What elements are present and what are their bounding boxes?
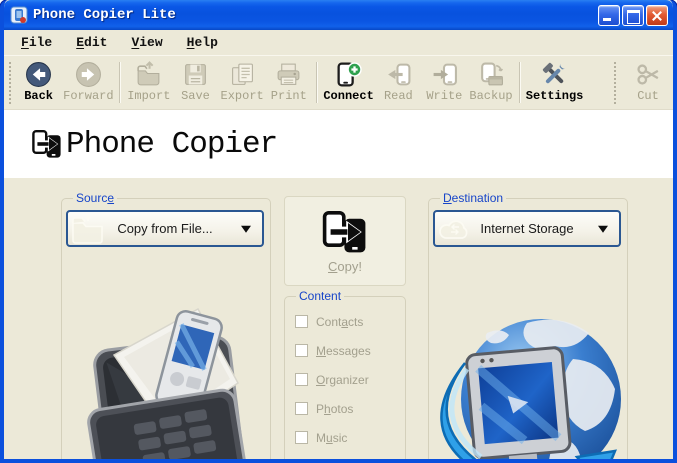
phone-copier-window: Phone Copier Lite File Edit View Help Ba… — [0, 0, 677, 463]
checkbox-box — [295, 315, 308, 328]
toolbar-button-read: Read — [375, 60, 421, 108]
checkbox-music: Music — [295, 430, 399, 445]
phone-copy-icon — [31, 125, 63, 163]
read-icon — [385, 61, 412, 88]
toolbar-dotted-separator — [614, 62, 618, 106]
destination-group: Destination Internet Storage — [428, 191, 628, 459]
globe-monitor-illustration — [440, 319, 621, 459]
page-title: Phone Copier — [66, 126, 278, 162]
checkbox-label: Music — [316, 430, 348, 445]
toolbar-grip — [9, 62, 12, 106]
toolbar-separator — [315, 62, 318, 103]
toolbar-button-back[interactable]: Back — [16, 60, 62, 108]
write-icon — [431, 61, 458, 88]
toolbar-button-export: Export — [218, 60, 265, 108]
toolbar: Back Forward Import Save Export Print Co… — [4, 55, 673, 110]
main-content: Source Copy from File... Copy! Content C… — [4, 178, 673, 459]
backup-icon — [478, 61, 505, 88]
connect-icon — [335, 61, 362, 88]
menubar: File Edit View Help — [4, 30, 673, 55]
back-icon — [25, 61, 52, 88]
copy-button-label: Copy! — [328, 259, 362, 274]
menu-edit[interactable]: Edit — [67, 32, 116, 53]
cut-icon — [635, 61, 662, 88]
phone-folder-illustration — [87, 307, 249, 459]
source-group-label: Source — [73, 191, 118, 205]
content-group-label: Content — [296, 289, 345, 303]
copy-button[interactable]: Copy! — [284, 196, 406, 286]
menu-help[interactable]: Help — [178, 32, 227, 53]
cloud-icon — [438, 214, 472, 245]
toolbar-separator — [518, 62, 521, 103]
content-checkbox-list: Contacts Messages Organizer Photos Music — [295, 315, 399, 459]
forward-icon — [75, 61, 102, 88]
folder-icon — [71, 214, 105, 245]
toolbar-separator — [119, 62, 122, 103]
source-group: Source Copy from File... — [61, 191, 271, 459]
checkbox-photos: Photos — [295, 401, 399, 416]
chevron-down-icon — [241, 225, 251, 233]
checkbox-messages: Messages — [295, 343, 399, 358]
toolbar-button-import: Import — [125, 60, 172, 108]
checkbox-label: Messages — [316, 343, 371, 358]
app-icon — [10, 6, 28, 24]
checkbox-label: Organizer — [316, 372, 369, 387]
destination-group-label: Destination — [440, 191, 507, 205]
settings-icon — [541, 61, 568, 88]
source-dropdown[interactable]: Copy from File... — [66, 210, 264, 247]
checkbox-label: Photos — [316, 401, 354, 416]
checkbox-contacts: Contacts — [295, 314, 399, 329]
destination-dropdown-value: Internet Storage — [480, 221, 574, 236]
toolbar-button-settings[interactable]: Settings — [525, 60, 585, 108]
content-group: Content Contacts Messages Organizer Phot… — [284, 289, 406, 459]
toolbar-button-print: Print — [266, 60, 312, 108]
close-button[interactable] — [646, 4, 668, 26]
toolbar-button-connect[interactable]: Connect — [322, 60, 376, 108]
toolbar-button-save: Save — [172, 60, 218, 108]
toolbar-button-backup: Backup — [467, 60, 514, 108]
checkbox-label: Contacts — [316, 314, 364, 329]
minimize-button[interactable] — [598, 4, 620, 26]
menu-view[interactable]: View — [122, 32, 171, 53]
checkbox-box — [295, 344, 308, 357]
checkbox-box — [295, 373, 308, 386]
window-controls — [598, 4, 668, 26]
window-title: Phone Copier Lite — [33, 7, 176, 23]
header-band: Phone Copier — [4, 110, 673, 178]
maximize-button[interactable] — [622, 4, 644, 26]
phone-copy-icon — [319, 208, 371, 256]
titlebar: Phone Copier Lite — [4, 0, 673, 30]
menu-file[interactable]: File — [12, 32, 61, 53]
destination-dropdown[interactable]: Internet Storage — [433, 210, 621, 247]
checkbox-box — [295, 431, 308, 444]
checkbox-organizer: Organizer — [295, 372, 399, 387]
toolbar-button-forward: Forward — [62, 60, 116, 108]
source-dropdown-value: Copy from File... — [117, 221, 213, 236]
import-icon — [135, 61, 162, 88]
print-icon — [275, 61, 302, 88]
save-icon — [182, 61, 209, 88]
toolbar-button-write: Write — [421, 60, 467, 108]
toolbar-button-cut: Cut — [625, 60, 671, 108]
checkbox-box — [295, 402, 308, 415]
export-icon — [229, 61, 256, 88]
chevron-down-icon — [598, 225, 608, 233]
